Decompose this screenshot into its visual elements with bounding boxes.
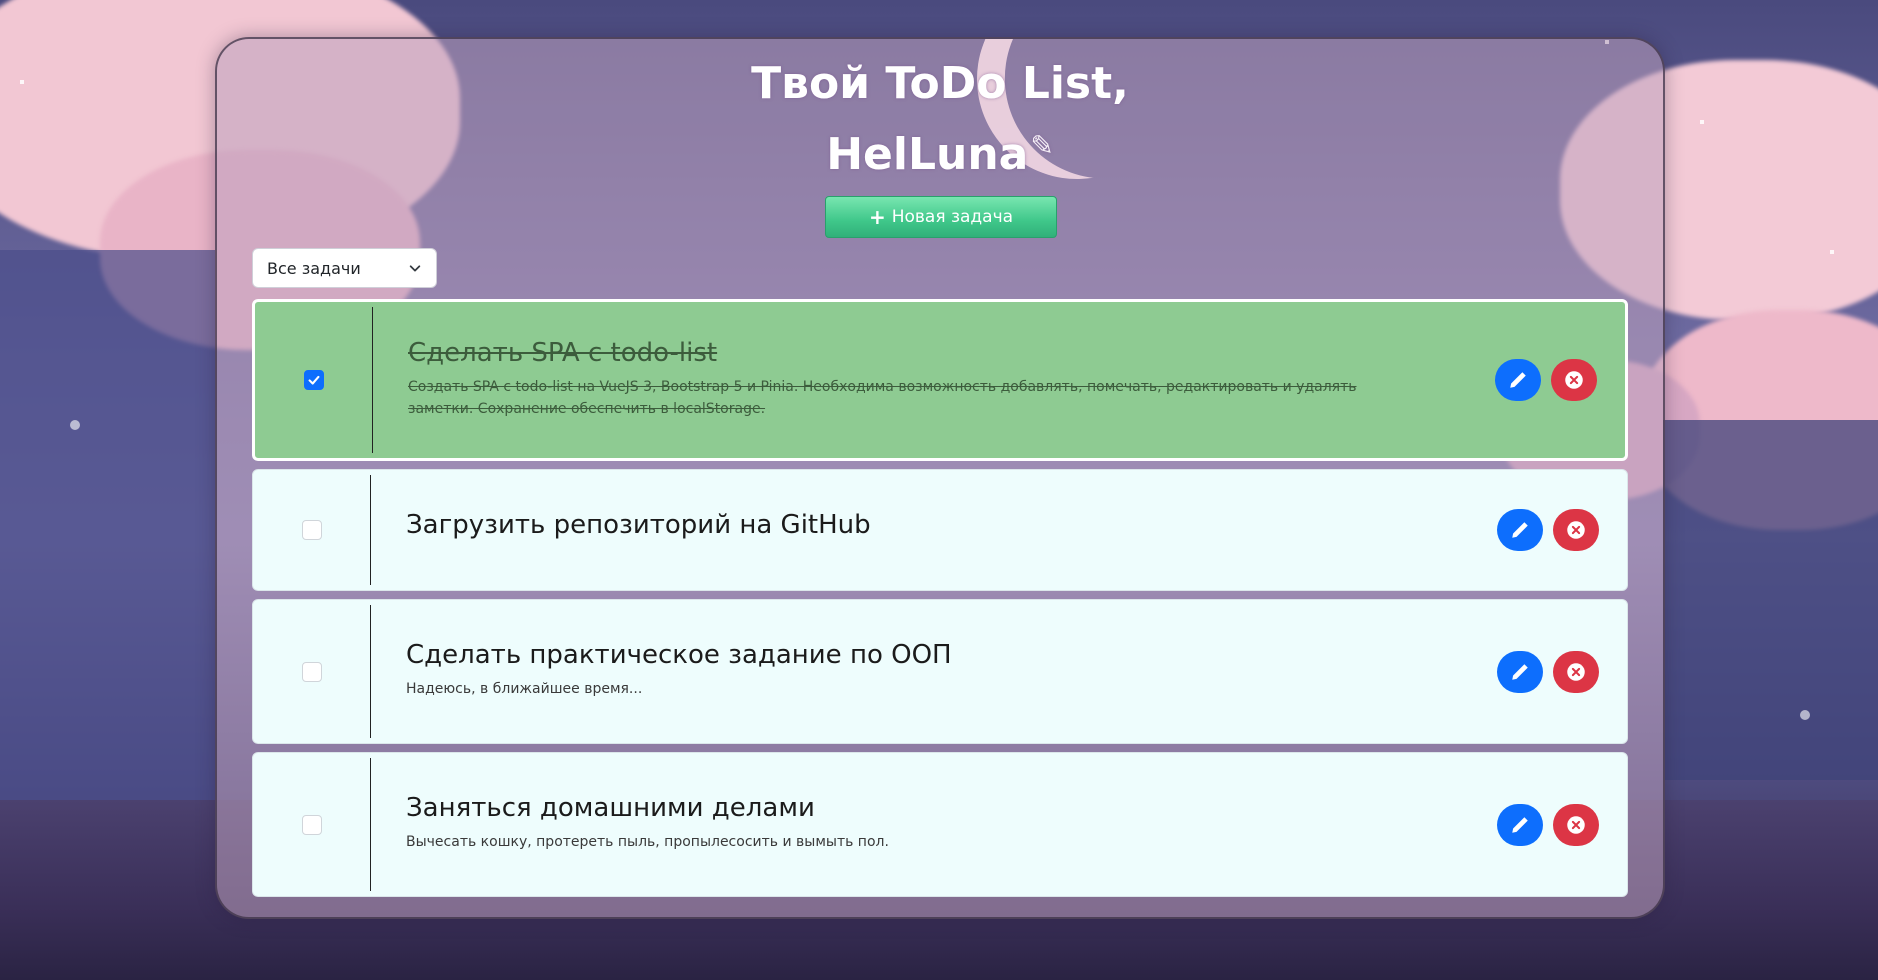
task-description: Вычесать кошку, протереть пыль, пропылес… <box>406 834 889 850</box>
todo-panel: Твой ToDo List, HelLuna✎ + Новая задача … <box>215 37 1665 919</box>
close-circle-icon <box>1567 662 1585 681</box>
chevron-down-icon <box>409 265 421 272</box>
task-title: Сделать практическое задание по ООП <box>406 640 952 670</box>
new-task-label: Новая задача <box>891 207 1014 227</box>
delete-task-button[interactable] <box>1551 359 1597 401</box>
task-divider <box>370 758 371 891</box>
close-circle-icon <box>1565 371 1583 389</box>
edit-task-button[interactable] <box>1497 509 1543 551</box>
task-divider <box>372 307 373 453</box>
task-divider <box>370 605 371 738</box>
task-title: Загрузить репозиторий на GitHub <box>406 510 871 540</box>
task-filter-select[interactable]: Все задачи <box>252 248 437 288</box>
edit-task-button[interactable] <box>1495 359 1541 401</box>
close-circle-icon <box>1567 815 1585 834</box>
delete-task-button[interactable] <box>1553 509 1599 551</box>
pencil-icon[interactable]: ✎ <box>1030 129 1053 162</box>
task-item: Загрузить репозиторий на GitHub <box>252 469 1628 591</box>
task-item: Сделать практическое задание по ООП Наде… <box>252 599 1628 744</box>
task-description: Создать SPA с todo-list на VueJS 3, Boot… <box>408 379 1357 417</box>
checkmark-icon <box>308 375 319 385</box>
title-line1: Твой ToDo List, <box>751 58 1129 109</box>
close-circle-icon <box>1567 521 1585 539</box>
pencil-icon <box>1510 372 1526 388</box>
pencil-icon <box>1512 522 1528 538</box>
new-task-button[interactable]: + Новая задача <box>825 196 1057 238</box>
edit-task-button[interactable] <box>1497 650 1543 693</box>
task-divider <box>370 475 371 585</box>
task-item: Заняться домашними делами Вычесать кошку… <box>252 752 1628 897</box>
edit-task-button[interactable] <box>1497 803 1543 846</box>
task-checkbox[interactable] <box>301 661 322 682</box>
task-checkbox[interactable] <box>301 520 322 540</box>
task-checkbox[interactable] <box>301 814 322 835</box>
delete-task-button[interactable] <box>1553 803 1599 846</box>
task-title: Заняться домашними делами <box>406 793 815 823</box>
task-title: Сделать SPA с todo-list <box>408 338 718 368</box>
task-checkbox[interactable] <box>303 370 324 390</box>
user-name: HelLuna <box>826 129 1029 180</box>
pencil-icon <box>1512 663 1528 680</box>
filter-selected-value: Все задачи <box>267 258 361 278</box>
task-item: Сделать SPA с todo-list Создать SPA с to… <box>252 299 1628 461</box>
delete-task-button[interactable] <box>1553 650 1599 693</box>
pencil-icon <box>1512 816 1528 833</box>
plus-icon: + <box>868 205 886 229</box>
page-title: Твой ToDo List, HelLuna✎ <box>217 53 1663 186</box>
task-description: Надеюсь, в ближайшее время... <box>406 681 643 697</box>
